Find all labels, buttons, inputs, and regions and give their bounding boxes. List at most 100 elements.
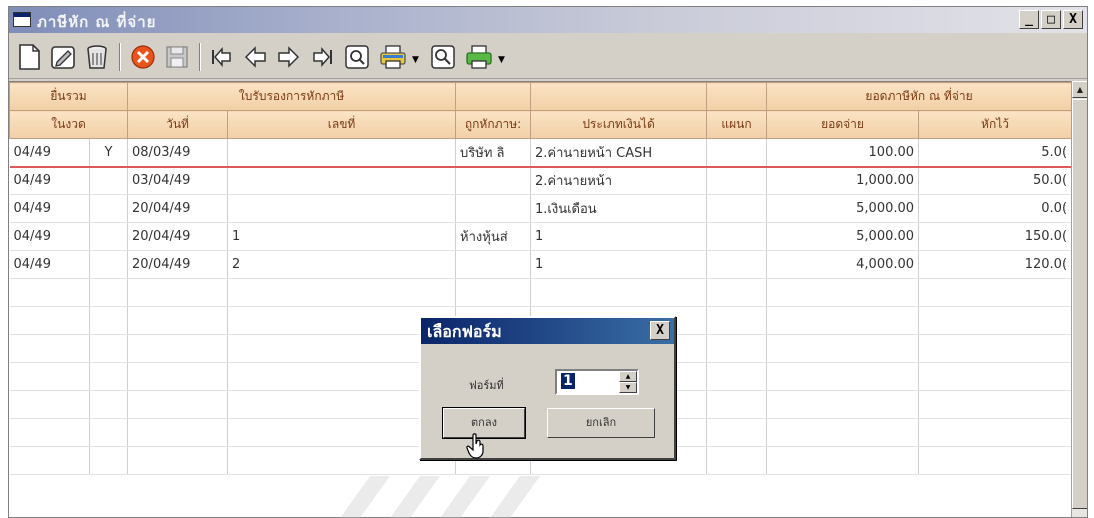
next-record-button[interactable] [273,41,305,73]
form-number-value[interactable]: 1 [561,373,575,389]
cell-payee[interactable] [455,194,532,223]
empty-cell[interactable] [9,334,90,363]
empty-cell[interactable] [706,334,768,363]
table-row[interactable]: 04/49 20/04/49 2 1 4,000.00 120.0( [9,250,1073,279]
cell-withheld[interactable]: 50.0( [918,166,1073,195]
empty-cell[interactable] [918,390,1073,419]
empty-cell[interactable] [89,334,129,363]
cell-payee[interactable] [455,166,532,195]
cell-date[interactable]: 08/03/49 [127,138,229,168]
empty-cell[interactable] [127,390,229,419]
empty-cell[interactable] [530,278,708,307]
scroll-thumb[interactable] [1072,99,1087,509]
print-form-button[interactable] [463,41,495,73]
new-document-button[interactable] [13,41,45,73]
empty-cell[interactable] [455,278,532,307]
empty-cell[interactable] [89,390,129,419]
header-tax-group[interactable]: ยอดภาษีหัก ณ ที่จ่าย [766,82,1073,111]
empty-cell[interactable] [9,362,90,391]
empty-cell[interactable] [766,446,920,475]
previous-record-button[interactable] [239,41,271,73]
empty-cell[interactable] [9,306,90,335]
vertical-scrollbar[interactable]: ▲ [1071,81,1087,517]
cell-payee[interactable]: ห้างหุ้นส่ [455,222,532,251]
empty-cell[interactable] [918,362,1073,391]
cell-withheld[interactable]: 5.0( [918,138,1073,168]
empty-cell[interactable] [766,390,920,419]
cell-department[interactable] [706,194,768,223]
cell-withheld[interactable]: 0.0( [918,194,1073,223]
cell-filing-flag[interactable] [89,194,129,223]
empty-cell[interactable] [127,278,229,307]
cell-period[interactable]: 04/49 [9,222,90,251]
scroll-up-icon[interactable]: ▲ [1072,81,1087,98]
empty-cell[interactable] [127,362,229,391]
cell-number[interactable] [227,166,457,195]
cell-number[interactable] [227,138,457,168]
empty-cell[interactable] [918,334,1073,363]
stepper-up-icon[interactable]: ▲ [619,371,637,382]
column-department[interactable]: แผนก [706,110,768,139]
table-row[interactable]: 04/49 20/04/49 1 ห้างหุ้นส่ 1 5,000.00 150.0( [9,222,1073,251]
minimize-button[interactable]: _ [1019,10,1039,29]
empty-cell[interactable] [89,278,129,307]
cell-income-type[interactable]: 2.ค่านายหน้า [530,166,708,195]
stepper-down-icon[interactable]: ▼ [619,382,637,393]
empty-cell[interactable] [706,418,768,447]
search-button[interactable] [341,41,373,73]
edit-button[interactable] [47,41,79,73]
empty-cell[interactable] [766,278,920,307]
cell-date[interactable]: 20/04/49 [127,222,229,251]
print-dropdown-icon[interactable]: ▼ [412,55,422,65]
save-button[interactable] [161,41,193,73]
empty-cell[interactable] [706,306,768,335]
form-number-stepper[interactable]: 1 ▲ ▼ [555,369,639,395]
empty-cell[interactable] [766,418,920,447]
cell-date[interactable]: 20/04/49 [127,194,229,223]
column-withheld[interactable]: หักไว้ [918,110,1073,139]
empty-cell[interactable] [766,362,920,391]
column-amount-paid[interactable]: ยอดจ่าย [766,110,920,139]
cell-department[interactable] [706,222,768,251]
empty-cell[interactable] [918,306,1073,335]
cell-payee[interactable]: บริษัท ลิ [455,138,532,168]
cell-income-type[interactable]: 1.เงินเดือน [530,194,708,223]
maximize-button[interactable]: □ [1041,10,1061,29]
close-button[interactable]: X [1063,10,1083,29]
empty-table-row[interactable] [9,278,1073,307]
cell-number[interactable]: 1 [227,222,457,251]
empty-cell[interactable] [9,390,90,419]
cell-department[interactable] [706,138,768,168]
empty-cell[interactable] [127,418,229,447]
empty-cell[interactable] [918,418,1073,447]
cell-withheld[interactable]: 150.0( [918,222,1073,251]
empty-cell[interactable] [918,278,1073,307]
cell-date[interactable]: 20/04/49 [127,250,229,279]
cell-amount-paid[interactable]: 5,000.00 [766,222,920,251]
cell-filing-flag[interactable] [89,250,129,279]
column-period[interactable]: ในงวด [9,110,129,139]
table-row[interactable]: 04/49 Y 08/03/49 บริษัท ลิ 2.ค่านายหน้า CASH… [9,138,1073,168]
print-form-dropdown-icon[interactable]: ▼ [498,55,508,65]
first-record-button[interactable] [205,41,237,73]
dialog-titlebar[interactable]: เลือกฟอร์ม X [421,318,674,344]
delete-button[interactable] [81,41,113,73]
cell-department[interactable] [706,250,768,279]
empty-cell[interactable] [89,306,129,335]
dialog-close-button[interactable]: X [650,321,670,340]
table-row[interactable]: 04/49 20/04/49 1.เงินเดือน 5,000.00 0.0( [9,194,1073,223]
empty-cell[interactable] [9,446,90,475]
cell-department[interactable] [706,166,768,195]
window-titlebar[interactable]: ภาษีหัก ณ ที่จ่าย _ □ X [9,7,1087,33]
cell-filing-flag[interactable] [89,222,129,251]
empty-cell[interactable] [9,278,90,307]
column-payee[interactable]: ถูกหักภาษ: [455,110,532,139]
empty-cell[interactable] [706,362,768,391]
cell-filing-flag[interactable] [89,166,129,195]
empty-cell[interactable] [9,418,90,447]
cancel-record-button[interactable] [127,41,159,73]
header-filing[interactable]: ยื่นรวม [9,82,129,111]
cell-withheld[interactable]: 120.0( [918,250,1073,279]
empty-cell[interactable] [127,306,229,335]
cell-income-type[interactable]: 2.ค่านายหน้า CASH [530,138,708,168]
